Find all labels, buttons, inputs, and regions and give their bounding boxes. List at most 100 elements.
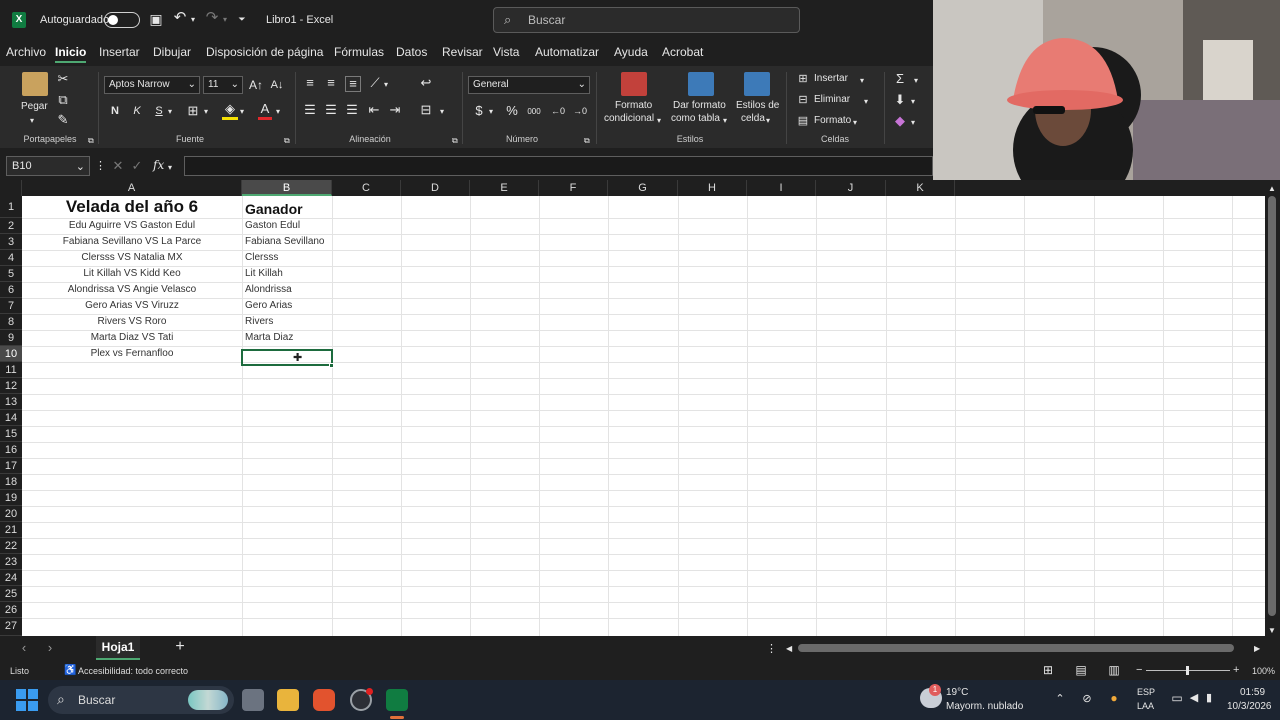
fx-dropdown-icon[interactable]: ▾	[168, 161, 172, 175]
row-header-22[interactable]: 22	[0, 538, 22, 554]
chevron-up-icon[interactable]: ⌃	[1054, 692, 1066, 706]
tab-vista[interactable]: Vista	[493, 45, 519, 59]
sheet-tab-hoja1[interactable]: Hoja1	[96, 636, 140, 660]
font-size-select[interactable]: 11 ⌄	[203, 76, 243, 94]
conditional-format-icon[interactable]	[621, 72, 647, 96]
zoom-slider-thumb[interactable]	[1186, 666, 1189, 675]
orientation-icon[interactable]: ⟋	[367, 76, 383, 90]
excel-taskbar-icon[interactable]	[386, 689, 408, 711]
formula-input[interactable]	[184, 156, 933, 176]
format-table-icon[interactable]	[688, 72, 714, 96]
cell-a4[interactable]: Clersss VS Natalia MX	[22, 250, 242, 266]
column-header-h[interactable]: H	[678, 180, 747, 196]
cell-b9[interactable]: Marta Diaz	[245, 330, 331, 346]
tab-datos[interactable]: Datos	[396, 45, 427, 59]
fill-icon[interactable]: ⬇	[893, 93, 907, 107]
cell-a8[interactable]: Rivers VS Roro	[22, 314, 242, 330]
column-header-e[interactable]: E	[470, 180, 539, 196]
cell-styles-label-1[interactable]: Estilos de	[736, 100, 779, 111]
row-header-12[interactable]: 12	[0, 378, 22, 394]
accessibility-status[interactable]: Accesibilidad: todo correcto	[78, 666, 188, 676]
cancel-icon[interactable]: ✕	[112, 159, 124, 173]
accessibility-icon[interactable]: ♿	[64, 665, 76, 676]
column-header-k[interactable]: K	[886, 180, 955, 196]
row-header-26[interactable]: 26	[0, 602, 22, 618]
clipboard-launcher-icon[interactable]: ⧉	[88, 134, 94, 148]
enter-icon[interactable]: ✓	[131, 159, 143, 173]
next-sheet-icon[interactable]: ›	[44, 641, 56, 655]
decrease-font-icon[interactable]: A↓	[270, 78, 284, 92]
cell-b6[interactable]: Alondrissa	[245, 282, 331, 298]
brave-browser-icon[interactable]	[313, 689, 335, 711]
copy-icon[interactable]: ⧉	[56, 93, 70, 107]
windows-start-icon[interactable]	[16, 689, 38, 711]
percent-icon[interactable]: %	[505, 104, 519, 118]
row-header-11[interactable]: 11	[0, 362, 22, 378]
zoom-level[interactable]: 100%	[1252, 666, 1275, 676]
task-view-icon[interactable]	[242, 689, 264, 711]
underline-button[interactable]: S	[152, 104, 166, 118]
more-options-icon[interactable]: ⋮	[766, 642, 777, 656]
paste-icon[interactable]	[22, 72, 48, 96]
clear-dropdown-icon[interactable]: ▾	[911, 116, 915, 130]
select-all-corner[interactable]	[0, 180, 22, 196]
cell-a3[interactable]: Fabiana Sevillano VS La Parce	[22, 234, 242, 250]
tab-acrobat[interactable]: Acrobat	[662, 45, 703, 59]
fill-dropdown-icon[interactable]: ▾	[911, 95, 915, 109]
cell-b4[interactable]: Clersss	[245, 250, 331, 266]
orientation-dropdown-icon[interactable]: ▾	[384, 78, 388, 92]
tab-insertar[interactable]: Insertar	[99, 45, 140, 59]
cell-b1[interactable]: Ganador	[245, 198, 331, 220]
row-header-10[interactable]: 10	[0, 346, 22, 362]
row-header-2[interactable]: 2	[0, 218, 22, 234]
tab-ayuda[interactable]: Ayuda	[614, 45, 648, 59]
font-name-select[interactable]: Aptos Narrow ⌄	[104, 76, 200, 94]
scroll-up-icon[interactable]: ▲	[1268, 182, 1276, 196]
row-header-21[interactable]: 21	[0, 522, 22, 538]
increase-indent-icon[interactable]: ⇥	[388, 103, 402, 117]
row-header-7[interactable]: 7	[0, 298, 22, 314]
more-options-icon[interactable]: ⋮	[95, 159, 106, 173]
column-header-a[interactable]: A	[22, 180, 242, 196]
paste-label[interactable]: Pegar	[21, 101, 48, 112]
row-header-1[interactable]: 1	[0, 196, 22, 218]
row-header-25[interactable]: 25	[0, 586, 22, 602]
column-header-c[interactable]: C	[332, 180, 401, 196]
weather-temp[interactable]: 19°C	[946, 687, 968, 698]
top-search-box[interactable]: ⌕ Buscar	[493, 7, 800, 33]
column-header-d[interactable]: D	[401, 180, 470, 196]
customize-toolbar-icon[interactable]: ⏷	[236, 12, 248, 26]
cell-a6[interactable]: Alondrissa VS Angie Velasco	[22, 282, 242, 298]
battery-icon[interactable]: ▮	[1203, 691, 1215, 705]
insert-function-button[interactable]: fx	[153, 158, 164, 172]
tab-dibujar[interactable]: Dibujar	[153, 45, 191, 59]
cell-b8[interactable]: Rivers	[245, 314, 331, 330]
column-header-g[interactable]: G	[608, 180, 678, 196]
delete-cells-icon[interactable]: ⊟	[796, 93, 810, 107]
zoom-in-icon[interactable]: +	[1233, 664, 1239, 676]
alignment-launcher-icon[interactable]: ⧉	[452, 134, 458, 148]
clock-time[interactable]: 01:59	[1240, 687, 1265, 698]
cell-a2[interactable]: Edu Aguirre VS Gaston Edul	[22, 218, 242, 234]
row-header-19[interactable]: 19	[0, 490, 22, 506]
format-dropdown-icon[interactable]: ▾	[853, 116, 857, 130]
row-header-15[interactable]: 15	[0, 426, 22, 442]
language-top[interactable]: ESP	[1137, 687, 1155, 697]
format-table-label-2[interactable]: como tabla	[671, 113, 720, 124]
insert-dropdown-icon[interactable]: ▾	[860, 74, 864, 88]
insert-cells-label[interactable]: Insertar	[814, 73, 848, 84]
row-header-23[interactable]: 23	[0, 554, 22, 570]
cell-styles-dropdown-icon[interactable]: ▾	[766, 114, 770, 128]
increase-font-icon[interactable]: A↑	[249, 78, 263, 92]
merge-dropdown-icon[interactable]: ▾	[440, 105, 444, 119]
conditional-format-label-1[interactable]: Formato	[615, 100, 652, 111]
format-cells-icon[interactable]: ▤	[796, 114, 810, 128]
page-layout-icon[interactable]: ▤	[1074, 663, 1088, 677]
number-format-select[interactable]: General ⌄	[468, 76, 590, 94]
scroll-right-icon[interactable]: ▶	[1254, 642, 1260, 656]
underline-dropdown-icon[interactable]: ▾	[168, 105, 172, 119]
redo-dropdown-icon[interactable]: ▾	[220, 13, 230, 27]
vertical-scroll-thumb[interactable]	[1268, 196, 1276, 616]
row-header-16[interactable]: 16	[0, 442, 22, 458]
format-table-dropdown-icon[interactable]: ▾	[723, 114, 727, 128]
